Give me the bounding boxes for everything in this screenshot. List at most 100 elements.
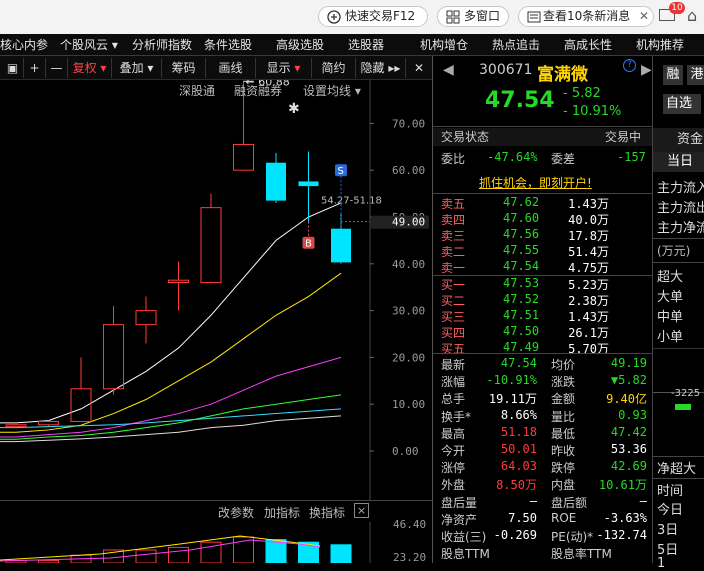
home-icon[interactable]: ⌂ <box>687 6 697 25</box>
menu-item[interactable]: 分析师指数 <box>132 34 192 56</box>
add-watchlist-button[interactable]: 自选 <box>663 94 701 114</box>
stock-code: 300671 <box>479 62 533 78</box>
stat-value: 10.61万 <box>598 478 647 493</box>
menu-item[interactable]: 选股器 <box>348 34 384 56</box>
menu-item[interactable]: 个股风云 ▾ <box>60 34 118 56</box>
order-book-row[interactable]: 买一 47.53 5.23万 <box>433 276 653 292</box>
zoom-in-icon[interactable]: + <box>24 58 46 78</box>
bid-book: 买一 47.53 5.23万 买二 47.52 2.38万 买三 47.51 1.43万 买四 47… <box>433 276 653 356</box>
order-book-row[interactable]: 卖三 47.56 17.8万 <box>433 227 653 243</box>
level-volume: 17.8万 <box>568 229 609 243</box>
overlay-label: 叠加 <box>119 61 144 75</box>
pin-icon[interactable]: ✱ <box>288 101 300 117</box>
margin-link[interactable]: 融资融券 <box>234 82 282 99</box>
divider <box>653 456 704 457</box>
menu-item[interactable]: 机构增仓 <box>420 34 468 56</box>
draw-button[interactable]: 画线 <box>206 58 256 78</box>
help-icon[interactable]: ? <box>623 59 636 72</box>
menu-item[interactable]: 机构推荐 <box>636 34 684 56</box>
news-button[interactable]: 查看10条新消息 ✕ <box>518 6 654 27</box>
adjust-dropdown[interactable]: 复权 ▾ <box>68 58 112 78</box>
layout-icon[interactable]: ▣ <box>2 58 24 78</box>
order-book-row[interactable]: 买四 47.50 26.1万 <box>433 324 653 340</box>
candle-body[interactable] <box>233 143 254 171</box>
order-book-row[interactable]: 卖五 47.62 1.43万 <box>433 195 653 211</box>
level-label: 买二 <box>441 294 466 308</box>
ma-setting-dropdown[interactable]: 设置均线 ▾ <box>303 82 361 99</box>
candle-body[interactable] <box>135 310 157 326</box>
quick-trade-button[interactable]: 快速交易F12 <box>318 6 428 27</box>
order-book-row[interactable]: 买三 47.51 1.43万 <box>433 308 653 324</box>
stat-value: -132.74 <box>596 528 647 542</box>
period-more: 1 <box>657 556 666 571</box>
volume-chart[interactable] <box>0 522 432 563</box>
candle-body[interactable] <box>266 162 286 201</box>
level-volume: 4.75万 <box>568 261 609 275</box>
stat-label: 涨跌 <box>551 375 576 390</box>
open-account-link[interactable]: 抓住机会，即刻开户! <box>479 174 592 191</box>
super-large-label: 超大 <box>657 270 684 285</box>
level-volume: 5.23万 <box>568 278 609 292</box>
add-indicator-link[interactable]: 加指标 <box>264 504 300 521</box>
level-price: 47.62 <box>503 195 540 209</box>
candle-body[interactable] <box>200 207 222 284</box>
close-icon[interactable]: ✕ <box>639 7 649 26</box>
tab-fund[interactable]: 资金 <box>653 128 704 152</box>
menu-item[interactable]: 高级选股 <box>276 34 324 56</box>
adjust-label: 复权 <box>72 61 97 75</box>
candle-body[interactable] <box>5 424 27 428</box>
stat-label: 跌停 <box>551 461 576 476</box>
large-label: 大单 <box>657 290 684 305</box>
level-price: 47.60 <box>503 211 540 225</box>
zoom-out-icon[interactable]: — <box>46 58 68 78</box>
stat-row: 换手* 8.66% 量比 0.93 <box>433 408 653 426</box>
kline-svg[interactable]: 70.0060.0050.0040.0030.0020.0010.000.00←… <box>0 75 432 500</box>
y-tick-label: 20.00 <box>392 351 425 364</box>
order-book-row[interactable]: 卖一 47.54 4.75万 <box>433 259 653 275</box>
candle-body[interactable] <box>168 279 189 284</box>
stat-value: -0.269 <box>493 528 537 542</box>
candle-body[interactable] <box>298 181 319 187</box>
switch-indicator-link[interactable]: 换指标 <box>309 504 345 521</box>
watchlist-label: 自选 <box>666 96 693 111</box>
hide-button[interactable]: 隐藏 ▸▸ <box>356 58 406 78</box>
shenzhen-connect-link[interactable]: 深股通 <box>179 82 215 99</box>
candle-body[interactable] <box>38 421 59 426</box>
order-book-row[interactable]: 卖四 47.60 40.0万 <box>433 211 653 227</box>
menu-item[interactable]: 高成长性 <box>564 34 612 56</box>
display-dropdown[interactable]: 显示 ▾ <box>256 58 312 78</box>
kline-chart[interactable]: 70.0060.0050.0040.0030.0020.0010.000.00←… <box>0 75 432 500</box>
candle-body[interactable] <box>331 228 351 263</box>
chips-button[interactable]: 筹码 <box>162 58 206 78</box>
menu-item[interactable]: 热点追击 <box>492 34 540 56</box>
prev-stock-icon[interactable]: ◀ <box>443 62 454 78</box>
menu-item[interactable]: 条件选股 <box>204 34 252 56</box>
multi-window-label: 多窗口 <box>464 9 501 23</box>
order-book-row[interactable]: 卖二 47.55 51.4万 <box>433 243 653 259</box>
hk-button[interactable]: 港 <box>687 65 704 85</box>
chart-toolbar: ▣ + — 复权 ▾ 叠加 ▾ 筹码 画线 显示 ▾ 简约 隐藏 ▸▸ ✕ <box>0 56 432 80</box>
sub-indicator-bar: 改参数 加指标 换指标 × <box>0 500 432 522</box>
next-stock-icon[interactable]: ▶ <box>641 62 652 78</box>
close-indicator-button[interactable]: × <box>354 503 369 518</box>
multi-window-button[interactable]: 多窗口 <box>437 6 509 27</box>
finance-button[interactable]: 融 <box>663 65 683 85</box>
stat-value: 53.36 <box>610 442 647 456</box>
order-ratio-label: 委比 <box>441 152 466 166</box>
level-volume: 1.43万 <box>568 310 609 324</box>
order-book-row[interactable]: 买二 47.52 2.38万 <box>433 292 653 308</box>
change-params-link[interactable]: 改参数 <box>218 504 254 521</box>
close-icon[interactable]: ✕ <box>408 58 430 78</box>
simple-button[interactable]: 简约 <box>312 58 356 78</box>
stat-row: 股息TTM 股息率TTM <box>433 545 653 563</box>
candle-body[interactable] <box>103 324 124 390</box>
menu-item[interactable]: 核心内参 <box>0 34 48 56</box>
stat-value: 7.50 <box>508 510 537 525</box>
stat-label: PE(动)* <box>551 530 594 544</box>
overlay-dropdown[interactable]: 叠加 ▾ <box>112 58 162 78</box>
tab-today[interactable]: 当日 <box>653 152 704 172</box>
stat-value: 9.40亿 <box>606 392 647 407</box>
y-tick-label: 60.00 <box>392 164 425 177</box>
stat-value: -10.91% <box>486 373 537 388</box>
price-change: - 5.82 <box>563 86 601 101</box>
